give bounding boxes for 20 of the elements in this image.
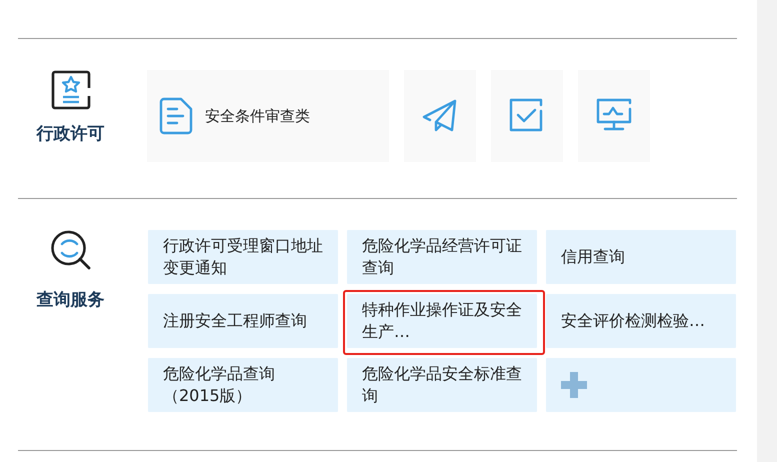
search-icon (50, 230, 90, 270)
shortcut-card[interactable] (404, 70, 476, 162)
query-link[interactable]: 安全评价检测检验… (546, 294, 736, 348)
category-card[interactable]: 安全条件审查类 (147, 70, 389, 162)
plus-icon (561, 372, 587, 398)
section-title: 行政许可 (36, 123, 104, 145)
query-link[interactable]: 注册安全工程师查询 (148, 294, 338, 348)
query-link[interactable]: 信用查询 (546, 230, 736, 284)
shortcut-card[interactable] (491, 70, 563, 162)
shortcut-card[interactable] (578, 70, 650, 162)
query-link[interactable]: 特种作业操作证及安全生产… (347, 294, 537, 348)
add-tile[interactable] (546, 358, 736, 412)
card-label: 安全条件审查类 (205, 106, 310, 126)
query-link[interactable]: 行政许可受理窗口地址变更通知 (148, 230, 338, 284)
document-icon (159, 97, 193, 135)
query-link[interactable]: 危险化学品经营许可证查询 (347, 230, 537, 284)
query-link[interactable]: 危险化学品查询（2015版） (148, 358, 338, 412)
certificate-icon (50, 70, 90, 110)
section-title: 查询服务 (36, 289, 104, 311)
query-link[interactable]: 危险化学品安全标准查询 (347, 358, 537, 412)
